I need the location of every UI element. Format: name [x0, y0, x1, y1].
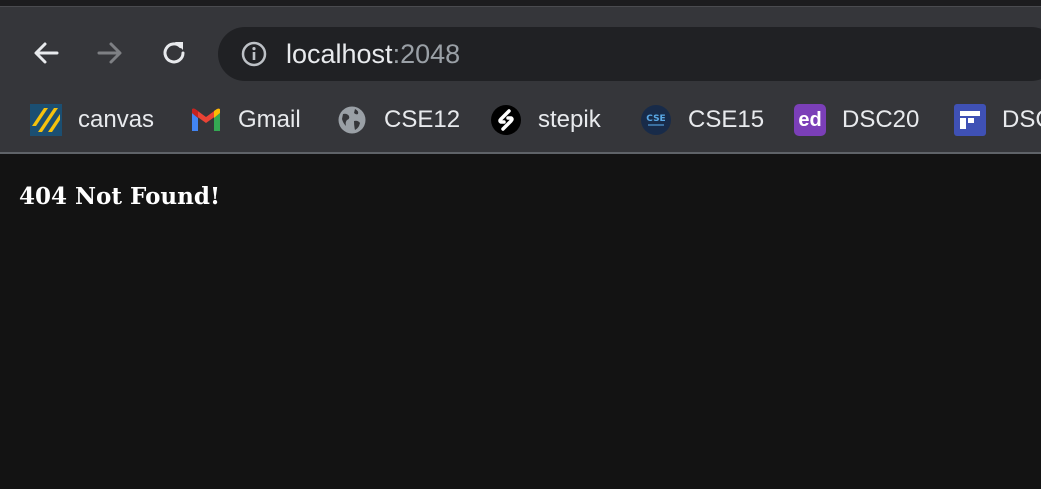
navigation-row: localhost:2048 — [0, 17, 1041, 81]
forward-arrow-icon — [97, 42, 122, 64]
site-info-icon[interactable] — [240, 40, 268, 68]
bookmark-gmail[interactable]: Gmail — [190, 103, 301, 137]
bookmark-canvas[interactable]: canvas — [30, 103, 154, 137]
svg-text:CSE: CSE — [646, 114, 665, 124]
bookmark-label: Gmail — [238, 106, 301, 133]
canvas-icon — [30, 104, 62, 136]
error-message: 404 Not Found! — [19, 183, 221, 210]
bookmark-dsc20[interactable]: ed DSC20 — [794, 103, 919, 137]
cse-icon: CSE — [640, 104, 672, 136]
ed-icon: ed — [794, 104, 826, 136]
bookmark-label: CSE12 — [384, 106, 461, 133]
url-port: :2048 — [392, 39, 461, 69]
bookmark-cse12[interactable]: CSE12 — [336, 103, 460, 137]
back-arrow-icon — [34, 42, 59, 64]
reload-icon — [163, 42, 185, 64]
url-host: localhost — [286, 39, 393, 69]
gmail-icon — [190, 104, 222, 136]
bookmarks-bar: canvas Gmail CSE12 stepik CSE CSE15 ed D… — [0, 95, 1041, 145]
globe-icon — [336, 104, 368, 136]
bookmark-label: DSC — [1002, 106, 1041, 133]
address-bar[interactable]: localhost:2048 — [218, 27, 1041, 81]
bookmark-cse15[interactable]: CSE CSE15 — [640, 103, 764, 137]
bookmark-dsc[interactable]: DSC — [954, 103, 1041, 137]
bookmark-label: CSE15 — [688, 106, 765, 133]
bookmark-stepik[interactable]: stepik — [490, 103, 601, 137]
bookmark-label: DSC20 — [842, 106, 920, 133]
browser-toolbar: localhost:2048 canvas Gmail CSE12 stepik… — [0, 6, 1041, 154]
back-button[interactable] — [28, 35, 64, 71]
bookmark-label: canvas — [78, 106, 155, 133]
forward-button[interactable] — [92, 35, 128, 71]
stepik-icon — [490, 104, 522, 136]
bookmark-label: stepik — [538, 106, 601, 133]
dsc-icon — [954, 104, 986, 136]
url-text[interactable]: localhost:2048 — [286, 39, 460, 69]
reload-button[interactable] — [156, 35, 192, 71]
page-content: 404 Not Found! — [0, 154, 1041, 489]
ed-logo: ed — [794, 104, 826, 136]
